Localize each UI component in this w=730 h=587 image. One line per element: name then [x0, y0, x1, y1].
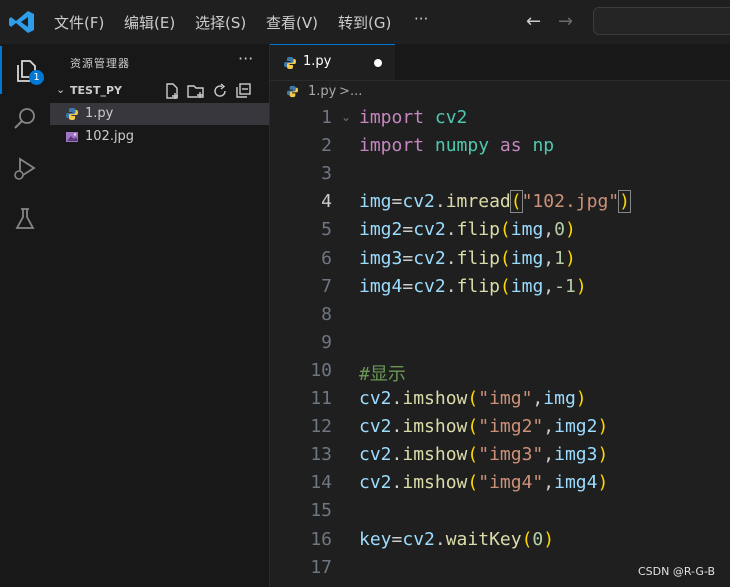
- folder-name: TEST_PY: [70, 84, 122, 97]
- code-line[interactable]: 7 img4=cv2.flip(img,-1): [270, 273, 730, 301]
- forward-arrow-icon[interactable]: →: [558, 11, 573, 32]
- breadcrumb-file[interactable]: 1.py: [308, 84, 336, 99]
- line-number: 15: [310, 500, 332, 522]
- line-number: 6: [321, 247, 332, 269]
- code-text: img=cv2.imread("102.jpg"): [359, 190, 631, 214]
- code-text: img3=cv2.flip(img,1): [359, 247, 576, 269]
- code-text: import numpy as np: [359, 135, 555, 157]
- code-line[interactable]: 8: [270, 301, 730, 329]
- code-text: cv2.imshow("img3",img3): [359, 444, 609, 466]
- code-line[interactable]: 5 img2=cv2.flip(img,0): [270, 216, 730, 244]
- line-number: 14: [310, 472, 332, 494]
- watermark: CSDN @R-G-B: [638, 565, 716, 578]
- tab-label: 1.py: [303, 54, 332, 69]
- menu-more-button[interactable]: ···: [414, 10, 428, 28]
- breadcrumb-separator: >: [339, 84, 350, 99]
- chevron-down-icon[interactable]: ⌄: [56, 83, 65, 96]
- sidebar-more-button[interactable]: ···: [238, 49, 253, 68]
- code-line[interactable]: 11 cv2.imshow("img",img): [270, 385, 730, 413]
- line-number: 12: [310, 416, 332, 438]
- menu-view[interactable]: 查看(V): [266, 12, 318, 33]
- python-file-icon: [66, 108, 78, 120]
- line-number: 2: [321, 135, 332, 157]
- code-line[interactable]: 6 img3=cv2.flip(img,1): [270, 245, 730, 273]
- code-text: img4=cv2.flip(img,-1): [359, 275, 587, 297]
- file-item-102-jpg[interactable]: 102.jpg: [50, 126, 269, 148]
- code-line[interactable]: 9: [270, 329, 730, 357]
- code-editor[interactable]: 1 import cv2 ⌄ 2 import numpy as np 3 4 img=cv2…: [270, 103, 730, 587]
- code-line[interactable]: 4 img=cv2.imread("102.jpg"): [270, 188, 730, 216]
- activity-bar: 1: [0, 44, 50, 587]
- title-bar: 文件(F) 编辑(E) 选择(S) 查看(V) 转到(G) ··· ← →: [0, 0, 730, 44]
- sidebar-title: 资源管理器: [70, 57, 130, 70]
- testing-button[interactable]: [0, 194, 50, 242]
- new-folder-icon[interactable]: [186, 81, 206, 101]
- editor-tab-bar: 1.py: [270, 44, 730, 81]
- code-line[interactable]: 12 cv2.imshow("img2",img2): [270, 413, 730, 441]
- code-text: cv2.imshow("img2",img2): [359, 416, 609, 438]
- code-text: img2=cv2.flip(img,0): [359, 219, 576, 241]
- line-number: 3: [321, 163, 332, 185]
- line-number: 13: [310, 444, 332, 466]
- file-name: 1.py: [85, 106, 114, 121]
- line-number: 11: [310, 388, 332, 409]
- collapse-all-icon[interactable]: [234, 81, 254, 101]
- search-icon: [14, 108, 35, 129]
- python-file-icon: [286, 85, 299, 98]
- line-number: 8: [321, 303, 332, 325]
- line-number: 10: [310, 359, 332, 381]
- beaker-icon: [15, 208, 35, 229]
- line-number: 7: [321, 275, 332, 297]
- run-debug-button[interactable]: [0, 144, 50, 192]
- line-number: 16: [310, 528, 332, 550]
- explorer-sidebar: 资源管理器 ··· ⌄ TEST_PY 1.py 102.jpg: [50, 44, 270, 587]
- code-line[interactable]: 10 #显示: [270, 357, 730, 385]
- unsaved-dot-icon[interactable]: [374, 59, 382, 67]
- code-text: cv2.imshow("img4",img4): [359, 472, 609, 494]
- breadcrumb-symbols[interactable]: ...: [350, 84, 362, 99]
- menu-file[interactable]: 文件(F): [54, 12, 104, 33]
- editor-tab-1-py[interactable]: 1.py: [270, 44, 395, 80]
- fold-chevron-icon[interactable]: ⌄: [341, 110, 351, 124]
- code-text: #显示: [359, 363, 406, 385]
- new-file-icon[interactable]: [162, 81, 182, 101]
- python-file-icon: [284, 57, 296, 69]
- code-text: import cv2: [359, 107, 468, 128]
- search-button[interactable]: [0, 94, 50, 142]
- back-arrow-icon[interactable]: ←: [526, 11, 541, 32]
- vscode-logo-icon: [8, 9, 36, 35]
- code-line[interactable]: 2 import numpy as np: [270, 132, 730, 160]
- line-number: 4: [321, 191, 332, 213]
- file-name: 102.jpg: [85, 129, 135, 144]
- line-number: 1: [321, 107, 332, 128]
- explorer-button[interactable]: 1: [0, 46, 50, 94]
- menu-selection[interactable]: 选择(S): [195, 12, 246, 33]
- code-text: cv2.imshow("img",img): [359, 388, 587, 409]
- line-number: 17: [310, 556, 332, 578]
- code-line[interactable]: 14 cv2.imshow("img4",img4): [270, 469, 730, 497]
- line-number: 5: [321, 219, 332, 241]
- folder-header[interactable]: ⌄ TEST_PY: [50, 80, 269, 102]
- line-number: 9: [321, 331, 332, 353]
- image-file-icon: [66, 132, 78, 142]
- code-line[interactable]: 1 import cv2 ⌄: [270, 104, 730, 132]
- command-center-search[interactable]: [593, 7, 730, 35]
- code-line[interactable]: 3: [270, 160, 730, 188]
- code-line[interactable]: 15: [270, 497, 730, 525]
- breadcrumb: 1.py > ...: [270, 81, 730, 103]
- code-line[interactable]: 16 key=cv2.waitKey(0): [270, 526, 730, 554]
- explorer-badge: 1: [29, 70, 44, 85]
- code-text: key=cv2.waitKey(0): [359, 528, 555, 550]
- code-line[interactable]: 13 cv2.imshow("img3",img3): [270, 441, 730, 469]
- file-item-1-py[interactable]: 1.py: [50, 103, 269, 125]
- run-debug-icon: [14, 157, 36, 180]
- menu-edit[interactable]: 编辑(E): [124, 12, 175, 33]
- menu-go[interactable]: 转到(G): [338, 12, 391, 33]
- refresh-icon[interactable]: [210, 81, 230, 101]
